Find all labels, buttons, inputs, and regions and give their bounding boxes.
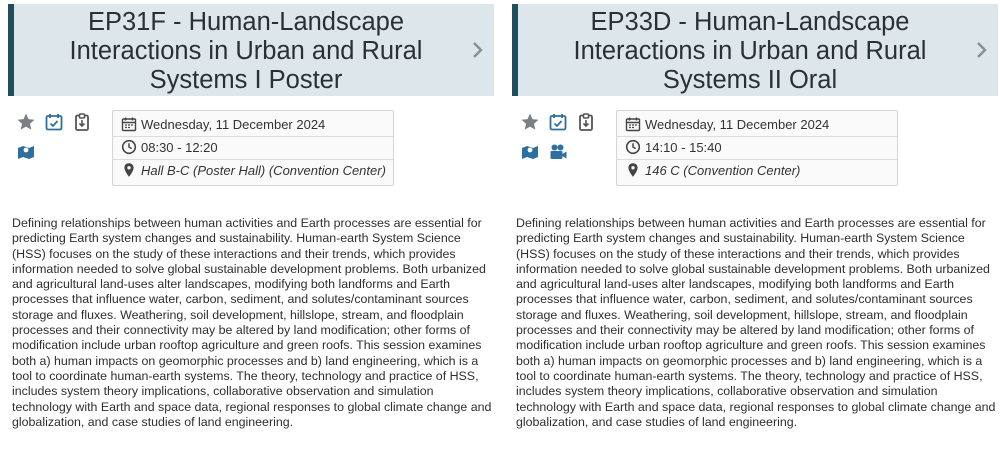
session-date: Wednesday, 11 December 2024 xyxy=(141,117,326,132)
clock-icon xyxy=(121,139,137,155)
session-header[interactable]: EP33D - Human-Landscape Interactions in … xyxy=(512,4,998,96)
map-icon[interactable] xyxy=(16,142,36,162)
map-icon[interactable] xyxy=(520,142,540,162)
session-header[interactable]: EP31F - Human-Landscape Interactions in … xyxy=(8,4,494,96)
session-actions xyxy=(14,110,104,170)
map-pin-icon xyxy=(625,162,641,178)
session-description: Defining relationships between human act… xyxy=(12,216,492,429)
session-card: EP33D - Human-Landscape Interactions in … xyxy=(512,0,1000,451)
location-row: Hall B-C (Poster Hall) (Convention Cente… xyxy=(121,160,386,182)
session-time: 08:30 - 12:20 xyxy=(141,140,218,155)
time-row: 14:10 - 15:40 xyxy=(625,137,722,159)
calendar-check-icon[interactable] xyxy=(44,112,64,132)
video-camera-icon[interactable] xyxy=(548,142,568,162)
clipboard-icon[interactable] xyxy=(576,112,596,132)
date-row: Wednesday, 11 December 2024 xyxy=(625,114,829,136)
map-pin-icon xyxy=(121,162,137,178)
clock-icon xyxy=(625,139,641,155)
clipboard-icon[interactable] xyxy=(72,112,92,132)
location-row: 146 C (Convention Center) xyxy=(625,160,800,182)
calendar-check-icon[interactable] xyxy=(548,112,568,132)
session-location[interactable]: Hall B-C (Poster Hall) (Convention Cente… xyxy=(141,163,386,178)
chevron-right-icon[interactable] xyxy=(468,38,488,62)
session-card: EP31F - Human-Landscape Interactions in … xyxy=(8,0,496,451)
session-title[interactable]: EP33D - Human-Landscape Interactions in … xyxy=(538,8,962,95)
session-location[interactable]: 146 C (Convention Center) xyxy=(645,163,800,178)
session-info-box: Wednesday, 11 December 2024 08:30 - 12:2… xyxy=(112,110,394,186)
session-info-box: Wednesday, 11 December 2024 14:10 - 15:4… xyxy=(616,110,898,186)
session-description: Defining relationships between human act… xyxy=(516,216,996,429)
star-icon[interactable] xyxy=(16,112,36,132)
session-actions xyxy=(518,110,608,170)
session-time: 14:10 - 15:40 xyxy=(645,140,722,155)
chevron-right-icon[interactable] xyxy=(972,38,992,62)
star-icon[interactable] xyxy=(520,112,540,132)
session-title[interactable]: EP31F - Human-Landscape Interactions in … xyxy=(34,8,458,95)
date-row: Wednesday, 11 December 2024 xyxy=(121,114,325,136)
calendar-icon xyxy=(625,116,641,132)
time-row: 08:30 - 12:20 xyxy=(121,137,218,159)
session-date: Wednesday, 11 December 2024 xyxy=(645,117,830,132)
calendar-icon xyxy=(121,116,137,132)
